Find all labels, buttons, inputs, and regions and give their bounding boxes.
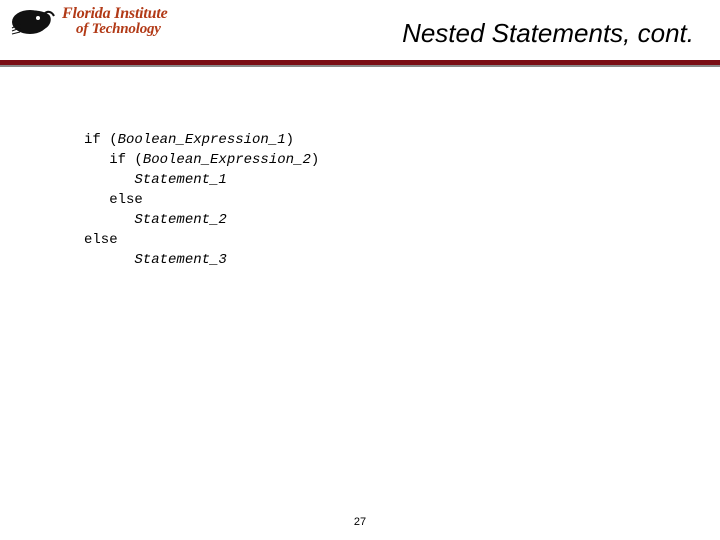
code-l3: Statement_1 bbox=[84, 172, 227, 188]
page-number: 27 bbox=[0, 516, 720, 528]
code-block: if (Boolean_Expression_1) if (Boolean_Ex… bbox=[84, 130, 319, 270]
school-line-2: of Technology bbox=[62, 22, 168, 37]
code-l6: else bbox=[84, 232, 118, 248]
panther-icon bbox=[8, 4, 56, 38]
code-l5: Statement_2 bbox=[84, 212, 227, 228]
rule-shadow bbox=[0, 65, 720, 67]
school-name: Florida Institute of Technology bbox=[62, 6, 168, 37]
logo: Florida Institute of Technology bbox=[8, 4, 168, 38]
code-l2-kw: if ( bbox=[84, 152, 143, 168]
school-line-1: Florida Institute bbox=[62, 6, 168, 22]
header-rule bbox=[0, 60, 720, 68]
code-l2-close: ) bbox=[311, 152, 319, 168]
slide: Florida Institute of Technology Nested S… bbox=[0, 0, 720, 540]
code-l1-expr: Boolean_Expression_1 bbox=[118, 132, 286, 148]
code-l4: else bbox=[84, 192, 143, 208]
code-l1-kw: if ( bbox=[84, 132, 118, 148]
code-l1-close: ) bbox=[286, 132, 294, 148]
code-l7: Statement_3 bbox=[84, 252, 227, 268]
slide-title: Nested Statements, cont. bbox=[402, 18, 694, 49]
header: Florida Institute of Technology Nested S… bbox=[0, 0, 720, 62]
code-l2-expr: Boolean_Expression_2 bbox=[143, 152, 311, 168]
